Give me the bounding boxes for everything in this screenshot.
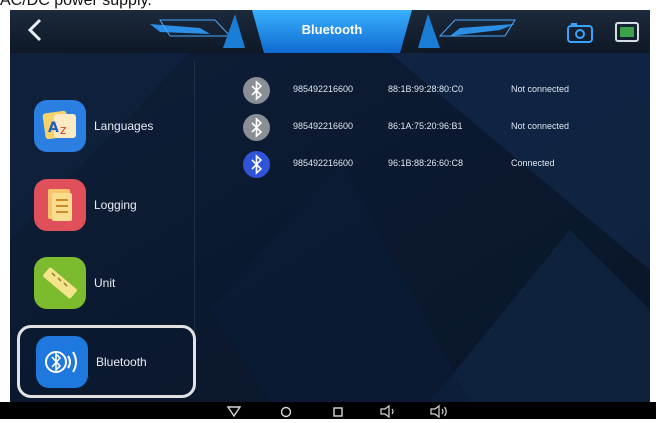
sidebar-item-label: Logging <box>94 198 137 212</box>
device-mac: 86:1A:75:20:96:B1 <box>388 121 463 131</box>
back-arrow-icon[interactable] <box>24 16 48 44</box>
svg-text:A: A <box>48 120 59 136</box>
device-row[interactable]: 985492216600 96:1B:88:26:60:C8 Connected <box>243 151 623 179</box>
device-status: Connected <box>511 158 555 168</box>
unit-ruler-icon <box>34 257 86 309</box>
device-name: 985492216600 <box>293 84 354 94</box>
sidebar-item-languages[interactable]: Az Languages <box>24 89 208 161</box>
volume-down-icon[interactable] <box>378 404 400 419</box>
bluetooth-icon <box>36 336 88 388</box>
bluetooth-device-icon <box>243 151 270 178</box>
svg-text:z: z <box>60 123 66 137</box>
bluetooth-device-icon <box>243 114 270 141</box>
android-nav-bar <box>0 402 656 419</box>
nav-recent-icon[interactable] <box>327 404 349 418</box>
device-status: Not connected <box>511 84 570 94</box>
device-mac: 88:1B:99:28:80:C0 <box>388 84 464 94</box>
sidebar-item-label: Languages <box>94 119 154 133</box>
device-name: 985492216600 <box>293 121 354 131</box>
bluetooth-device-icon <box>243 77 270 104</box>
sidebar-item-bluetooth[interactable]: Bluetooth <box>24 325 208 397</box>
page-title: Bluetooth <box>301 22 363 37</box>
device-name: 985492216600 <box>293 158 354 168</box>
top-bar: Bluetooth <box>10 10 650 53</box>
sidebar-item-logging[interactable]: Logging <box>24 168 208 240</box>
device-row[interactable]: 985492216600 88:1B:99:28:80:C0 Not conne… <box>243 77 623 105</box>
nav-back-icon[interactable] <box>223 404 245 418</box>
device-screen: Bluetooth Az Languages Logging Unit Blue… <box>10 10 650 402</box>
screenshot-camera-icon[interactable] <box>567 21 593 43</box>
logging-icon <box>34 179 86 231</box>
nav-home-icon[interactable] <box>275 404 297 418</box>
sidebar-item-unit[interactable]: Unit <box>24 246 208 318</box>
languages-icon: Az <box>34 100 86 152</box>
device-mac: 96:1B:88:26:60:C8 <box>388 158 464 168</box>
sidebar-item-label: Bluetooth <box>96 355 147 369</box>
sidebar-item-label: Unit <box>94 276 116 290</box>
vci-connector-icon[interactable] <box>615 22 639 42</box>
volume-up-icon[interactable] <box>428 404 450 419</box>
device-status: Not connected <box>511 121 570 131</box>
device-row[interactable]: 985492216600 86:1A:75:20:96:B1 Not conne… <box>243 114 623 142</box>
